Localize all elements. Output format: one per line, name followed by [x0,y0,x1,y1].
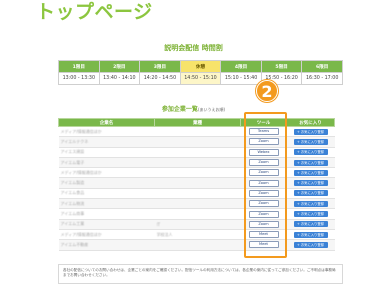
schedule-time-row: 13:00 - 13:30 13:40 - 14:10 14:20 - 14:5… [58,72,343,85]
company-industry: IT [156,221,161,227]
tool-column-highlight [244,112,287,258]
add-favorite-button[interactable]: + お気に入り登録 [293,190,328,197]
company-name[interactable]: アイエム商事 [61,211,153,217]
add-favorite-button[interactable]: + お気に入り登録 [293,241,328,248]
company-name[interactable]: メディア/情報通信ほか [61,129,153,135]
company-name[interactable]: アイエルテクネ [61,139,153,145]
company-industry: 学校法人 [156,231,173,237]
company-name[interactable]: メディア/情報通信ほか [61,170,153,176]
col-header-name: 企業名 [58,118,155,127]
col-header-fav: お気に入り [286,118,335,127]
break-label: 休憩 [179,60,222,73]
period-time: 13:40 - 14:10 [98,72,141,85]
company-name[interactable]: アイエム工業 [61,221,153,227]
period-label: 5限目 [260,60,303,73]
company-name[interactable]: アイエム製造 [61,180,153,186]
company-name[interactable]: アイエム食品 [61,190,153,196]
page-title: トップページ [36,1,153,23]
company-row: アイエルテクネ Zoom + お気に入り登録 [58,136,335,148]
company-row: アイエム食品 Zoom + お気に入り登録 [58,188,335,200]
add-favorite-button[interactable]: + お気に入り登録 [293,200,328,207]
company-list-note: (あいうえお順) [197,107,226,112]
company-table: 企業名 業種 ツール お気に入り メディア/情報通信ほか Teams + お気に入り… [58,118,335,251]
step-number-badge: 2 [256,80,278,102]
add-favorite-button[interactable]: + お気に入り登録 [293,128,328,135]
add-favorite-button[interactable]: + お気に入り登録 [293,149,328,156]
add-favorite-button[interactable]: + お気に入り登録 [293,211,328,218]
company-row: メディア/情報通信ほか Teams + お気に入り登録 [58,126,335,138]
company-name[interactable]: アイエム物流 [61,201,153,207]
period-label: 4限目 [220,60,262,73]
company-table-header: 企業名 業種 ツール お気に入り [58,118,335,127]
add-favorite-button[interactable]: + お気に入り登録 [293,231,328,238]
period-time: 16:30 - 17:00 [301,72,343,85]
company-row: アイエム製造 Zoom + お気に入り登録 [58,177,335,189]
period-label: 2限目 [98,60,141,73]
company-name[interactable]: メディア/情報通信ほか [61,232,153,238]
break-time: 14:50 - 15:10 [179,72,222,85]
period-time: 15:10 - 15:40 [220,72,262,85]
company-name[interactable]: アイエム電子 [61,160,153,166]
company-row: アイエム不動産 Meet + お気に入り登録 [58,239,335,251]
company-list-heading: 参加企業一覧(あいうえお順) [0,104,387,113]
col-header-industry: 業種 [154,118,241,127]
add-favorite-button[interactable]: + お気に入り登録 [293,180,328,187]
notice-box: 各社の配信についてのお問い合わせは、企業ごとの案内をご確認ください。配信ツールの… [58,264,343,284]
company-row: アイエス建設 Webex + お気に入り登録 [58,147,335,158]
schedule-table: 1限目 2限目 3限目 休憩 4限目 5限目 6限目 13:00 - 13:30… [58,60,343,85]
period-label: 3限目 [139,60,181,73]
company-row: メディア/情報通信ほか 学校法人 Meet + お気に入り登録 [58,229,335,241]
add-favorite-button[interactable]: + お気に入り登録 [293,169,328,176]
add-favorite-button[interactable]: + お気に入り登録 [293,221,328,228]
company-row: アイエム電子 Zoom + お気に入り登録 [58,157,335,169]
period-label: 1限目 [58,60,100,73]
company-row: メディア/情報通信ほか Zoom + お気に入り登録 [58,167,335,179]
period-time: 13:00 - 13:30 [58,72,100,85]
company-name[interactable]: アイエム不動産 [61,242,153,248]
period-label: 6限目 [301,60,343,73]
company-row: アイエム商事 Zoom + お気に入り登録 [58,208,335,220]
company-row: アイエム物流 Zoom + お気に入り登録 [58,198,335,210]
add-favorite-button[interactable]: + お気に入り登録 [293,138,328,145]
company-row: アイエム工業 IT Zoom + お気に入り登録 [58,219,335,230]
period-time: 14:20 - 14:50 [139,72,181,85]
add-favorite-button[interactable]: + お気に入り登録 [293,159,328,166]
company-name[interactable]: アイエス建設 [61,149,153,155]
schedule-header-row: 1限目 2限目 3限目 休憩 4限目 5限目 6限目 [58,60,343,73]
schedule-heading: 説明会配信 時間割 [164,44,223,52]
company-list-title: 参加企業一覧 [161,106,198,113]
